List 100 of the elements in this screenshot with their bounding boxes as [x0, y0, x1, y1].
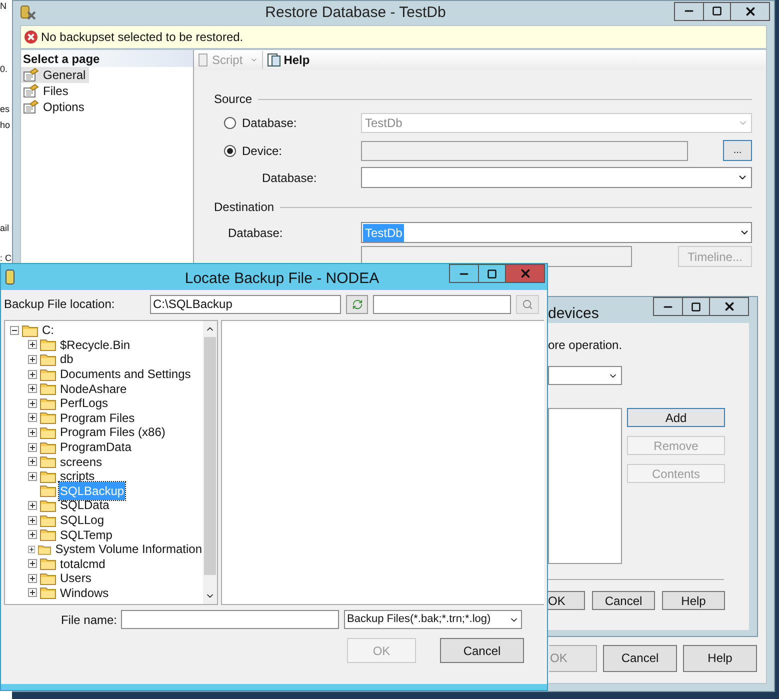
search-button[interactable]	[516, 294, 539, 314]
scroll-thumb[interactable]	[204, 337, 216, 575]
field-label: Backup File location:	[4, 296, 116, 313]
folder-icon	[40, 382, 56, 396]
database-icon	[5, 269, 15, 285]
folder-icon	[40, 498, 56, 512]
refresh-button[interactable]	[346, 294, 368, 314]
field-label: File name:	[60, 612, 118, 628]
expand-icon[interactable]	[28, 544, 36, 554]
folder-icon	[40, 426, 56, 439]
folder-icon	[40, 586, 56, 600]
location-field[interactable]: C:\SQLBackup	[150, 294, 341, 314]
expand-icon[interactable]	[28, 559, 37, 568]
help-icon	[266, 53, 281, 67]
database-dropdown[interactable]	[361, 167, 752, 188]
browse-button[interactable]: ...	[723, 140, 752, 161]
maximize-button[interactable]	[479, 264, 505, 283]
folder-icon	[38, 542, 52, 556]
help-button[interactable]: Help	[266, 51, 310, 69]
expand-icon[interactable]	[28, 398, 37, 408]
maximize-icon	[712, 6, 722, 16]
radio-button[interactable]	[224, 144, 236, 156]
file-name-field[interactable]	[121, 610, 339, 629]
folder-icon	[40, 455, 56, 468]
field-label: Database:	[262, 170, 318, 186]
help-button[interactable]: Help	[683, 644, 757, 672]
folder-icon	[40, 528, 56, 542]
backup-media-dropdown[interactable]	[548, 366, 622, 385]
text-fragment: ail	[0, 222, 10, 235]
expand-icon[interactable]	[28, 472, 37, 481]
close-button[interactable]	[730, 2, 770, 20]
ok-button[interactable]: OK	[548, 591, 585, 610]
add-button[interactable]: Add	[627, 408, 725, 427]
folder-icon	[40, 470, 56, 483]
scrollbar[interactable]	[203, 321, 217, 604]
refresh-icon	[352, 298, 362, 310]
folder-icon	[40, 572, 56, 585]
window-title: Locate Backup File - NODEA	[184, 269, 380, 289]
maximize-button[interactable]	[683, 297, 709, 316]
expand-icon[interactable]	[28, 588, 37, 598]
folder-icon	[22, 324, 38, 337]
expand-icon[interactable]	[28, 428, 37, 437]
section-heading: Source	[214, 91, 252, 108]
folder-icon	[40, 396, 56, 410]
minimize-button[interactable]	[674, 2, 704, 20]
cancel-button[interactable]: Cancel	[440, 638, 524, 663]
folder-icon	[40, 440, 56, 454]
expand-icon[interactable]	[28, 574, 37, 583]
collapse-icon[interactable]	[10, 326, 19, 335]
window-title: Restore Database - TestDb	[264, 2, 447, 23]
help-button[interactable]: Help	[662, 591, 725, 610]
page-item[interactable]: General	[21, 67, 89, 83]
radio-label: Database:	[242, 114, 298, 132]
folder-label[interactable]: C:	[41, 321, 55, 340]
database-dropdown[interactable]: TestDb	[361, 112, 752, 132]
caret-icon	[250, 56, 258, 64]
device-list[interactable]	[548, 408, 622, 564]
close-icon	[722, 300, 736, 313]
text-fragment: ho	[0, 119, 12, 132]
error-icon	[24, 30, 38, 44]
search-field[interactable]	[373, 294, 511, 314]
maximize-icon	[691, 302, 701, 312]
text-fragment: N	[0, 0, 8, 13]
close-icon	[518, 267, 532, 280]
field-label: Database:	[228, 224, 284, 242]
expand-icon[interactable]	[28, 384, 37, 394]
expand-icon[interactable]	[28, 370, 37, 379]
folder-icon	[40, 557, 56, 570]
page-item[interactable]: Files	[21, 83, 72, 99]
radio-button[interactable]	[224, 116, 236, 128]
expand-icon[interactable]	[28, 457, 37, 466]
page-item[interactable]: Options	[21, 99, 88, 115]
window-title: devices	[548, 304, 600, 324]
device-field[interactable]	[361, 140, 688, 160]
expand-icon[interactable]	[28, 500, 37, 510]
error-message: No backupset selected to be restored.	[41, 29, 244, 46]
text-fragment: es	[0, 103, 11, 116]
expand-icon[interactable]	[28, 354, 37, 364]
folder-icon	[40, 484, 56, 498]
folder-icon	[40, 514, 56, 527]
expand-icon[interactable]	[28, 340, 37, 350]
radio-label: Device:	[242, 142, 284, 160]
folder-icon	[40, 338, 56, 352]
expand-icon[interactable]	[28, 530, 37, 540]
minimize-button[interactable]	[653, 297, 683, 316]
maximize-button[interactable]	[704, 2, 730, 20]
cancel-button[interactable]: Cancel	[603, 644, 677, 672]
file-type-dropdown[interactable]: Backup Files(*.bak;*.trn;*.log)	[344, 610, 522, 629]
close-button[interactable]	[709, 297, 749, 316]
cancel-button[interactable]: Cancel	[592, 591, 655, 610]
folder-icon	[40, 411, 56, 424]
maximize-icon	[487, 268, 497, 278]
expand-icon[interactable]	[28, 442, 37, 452]
minimize-button[interactable]	[449, 264, 479, 283]
section-heading: Destination	[214, 199, 274, 216]
text-fragment: : C	[0, 252, 12, 265]
text-fragment: 0.	[0, 63, 9, 76]
expand-icon[interactable]	[28, 413, 37, 422]
close-icon	[744, 4, 756, 18]
expand-icon[interactable]	[28, 516, 37, 525]
